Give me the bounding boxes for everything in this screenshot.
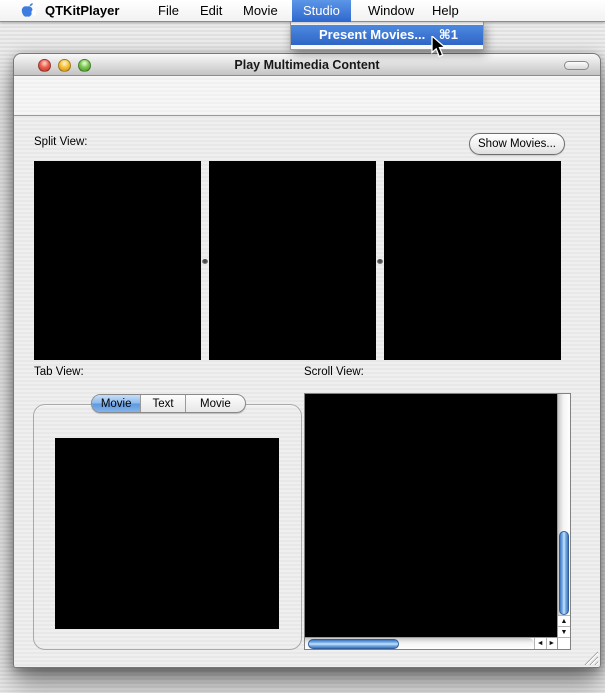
split-view-divider-2[interactable] [376, 161, 384, 360]
tab-movie-view[interactable] [55, 438, 279, 629]
menu-item-movie[interactable]: Movie [243, 0, 278, 22]
show-movies-button[interactable]: Show Movies... [469, 133, 565, 155]
scroll-view: ▲ ▼ ◄ ► [304, 393, 571, 650]
window-title: Play Multimedia Content [234, 58, 380, 72]
scroll-left-arrow-icon[interactable]: ◄ [534, 638, 546, 649]
apple-logo-icon [21, 3, 38, 17]
menu-item-help[interactable]: Help [432, 0, 459, 22]
empty-toolbar [14, 76, 600, 116]
scroll-up-arrow-icon[interactable]: ▲ [558, 615, 570, 626]
split-movie-view-1[interactable] [34, 161, 201, 360]
menu-item-present-movies[interactable]: Present Movies... ⌘1 [291, 25, 483, 45]
scroll-down-arrow-icon[interactable]: ▼ [558, 626, 570, 637]
tab-movie-2[interactable]: Movie [186, 395, 245, 412]
pointer-cursor-icon [431, 34, 447, 63]
split-movie-view-3[interactable] [384, 161, 561, 360]
apple-menu[interactable] [21, 3, 38, 19]
menu-item-present-movies-label: Present Movies... [319, 27, 426, 42]
horizontal-scrollbar-track[interactable] [305, 638, 534, 649]
scrollbar-corner [557, 637, 570, 649]
tab-movie-1[interactable]: Movie [92, 395, 142, 412]
vertical-scrollbar[interactable]: ▲ ▼ [557, 394, 570, 649]
tab-text[interactable]: Text [141, 395, 186, 412]
split-movie-view-2[interactable] [209, 161, 376, 360]
splitter-handle-icon [377, 259, 383, 264]
menu-item-app-name[interactable]: QTKitPlayer [45, 0, 119, 22]
menu-item-studio[interactable]: Studio [292, 0, 351, 22]
horizontal-scrollbar[interactable]: ◄ ► [305, 637, 557, 649]
player-window: Play Multimedia Content Split View: Show… [13, 53, 601, 668]
scroll-movie-view[interactable] [305, 394, 557, 637]
split-view-divider-1[interactable] [201, 161, 209, 360]
menu-item-window[interactable]: Window [368, 0, 414, 22]
toolbar-pill-button[interactable] [564, 60, 589, 70]
menu-item-file[interactable]: File [158, 0, 179, 22]
vertical-scrollbar-thumb[interactable] [559, 531, 569, 615]
title-bar[interactable]: Play Multimedia Content [14, 54, 600, 76]
splitter-handle-icon [202, 259, 208, 264]
split-view-label: Split View: [34, 136, 88, 148]
window-resize-grip[interactable] [582, 649, 599, 666]
vertical-scrollbar-arrows: ▲ ▼ [558, 615, 570, 637]
scroll-view-label: Scroll View: [304, 366, 364, 378]
desktop: QTKitPlayer File Edit Movie Studio Windo… [0, 0, 605, 693]
studio-menu-dropdown: Present Movies... ⌘1 [290, 22, 484, 50]
menu-bar: QTKitPlayer File Edit Movie Studio Windo… [0, 0, 605, 22]
scroll-right-arrow-icon[interactable]: ► [545, 638, 557, 649]
tab-strip: Movie Text Movie [91, 394, 246, 413]
tab-view-label: Tab View: [34, 366, 84, 378]
horizontal-scrollbar-thumb[interactable] [308, 638, 399, 649]
menu-item-edit[interactable]: Edit [200, 0, 222, 22]
